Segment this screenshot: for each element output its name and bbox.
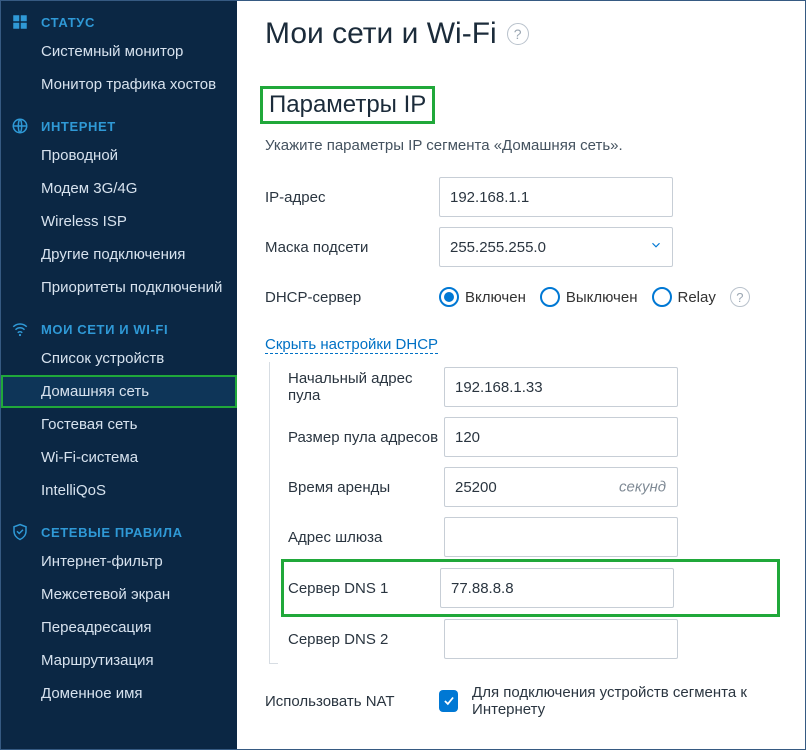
- radio-label: Включен: [465, 289, 526, 306]
- label-dns1: Сервер DNS 1: [284, 580, 436, 597]
- radio-dot-icon: [439, 287, 459, 307]
- sidebar-item-other-conn[interactable]: Другие подключения: [1, 238, 237, 271]
- ip-input[interactable]: [439, 177, 673, 217]
- label-dhcp: DHCP-сервер: [265, 289, 435, 306]
- sidebar-item-routing[interactable]: Маршрутизация: [1, 644, 237, 677]
- dhcp-opt-relay[interactable]: Relay: [652, 287, 716, 307]
- sidebar-item-wisp[interactable]: Wireless ISP: [1, 205, 237, 238]
- sidebar-item-home-network[interactable]: Домашняя сеть: [1, 375, 237, 408]
- help-icon[interactable]: ?: [507, 23, 529, 45]
- sidebar-item-priorities[interactable]: Приоритеты подключений: [1, 271, 237, 304]
- lease-unit: секунд: [619, 479, 666, 496]
- sidebar-item-ifilter[interactable]: Интернет-фильтр: [1, 545, 237, 578]
- nav-header-label: МОИ СЕТИ И WI-FI: [41, 322, 168, 337]
- sidebar-item-devices[interactable]: Список устройств: [1, 342, 237, 375]
- nav-header-label: СТАТУС: [41, 15, 95, 30]
- help-icon[interactable]: ?: [730, 287, 750, 307]
- dns1-row: Сервер DNS 1: [284, 562, 777, 614]
- nav-header-status[interactable]: СТАТУС: [1, 9, 237, 35]
- label-dns2: Сервер DNS 2: [288, 631, 440, 648]
- section-ip-title: Параметры IP: [265, 91, 430, 119]
- radio-label: Выключен: [566, 289, 638, 306]
- nat-checkbox[interactable]: [439, 690, 458, 712]
- dhcp-toggle-link[interactable]: Скрыть настройки DHCP: [265, 336, 438, 354]
- label-ip: IP-адрес: [265, 189, 435, 206]
- check-icon: [442, 694, 456, 708]
- dhcp-radio-group: Включен Выключен Relay ?: [439, 287, 750, 307]
- pool-start-input[interactable]: [444, 367, 678, 407]
- dhcp-subsection: Начальный адрес пула Размер пула адресов…: [269, 362, 777, 664]
- sidebar-item-intelliqos[interactable]: IntelliQoS: [1, 474, 237, 507]
- section-ip-desc: Укажите параметры IP сегмента «Домашняя …: [265, 137, 777, 154]
- shield-icon: [11, 523, 29, 541]
- globe-icon: [11, 117, 29, 135]
- radio-dot-icon: [652, 287, 672, 307]
- sidebar-item-sysmon[interactable]: Системный монитор: [1, 35, 237, 68]
- nav-group-rules: СЕТЕВЫЕ ПРАВИЛА Интернет-фильтр Межсетев…: [1, 519, 237, 710]
- mask-select[interactable]: [439, 227, 673, 267]
- nav-header-internet[interactable]: ИНТЕРНЕТ: [1, 113, 237, 139]
- sidebar-item-firewall[interactable]: Межсетевой экран: [1, 578, 237, 611]
- dhcp-opt-off[interactable]: Выключен: [540, 287, 638, 307]
- sidebar-item-guest-network[interactable]: Гостевая сеть: [1, 408, 237, 441]
- main-panel: Мои сети и Wi-Fi ? Параметры IP Укажите …: [237, 1, 805, 749]
- radio-dot-icon: [540, 287, 560, 307]
- pool-size-input[interactable]: [444, 417, 678, 457]
- label-gateway: Адрес шлюза: [288, 529, 440, 546]
- nav-header-label: ИНТЕРНЕТ: [41, 119, 116, 134]
- sidebar-item-portforward[interactable]: Переадресация: [1, 611, 237, 644]
- dhcp-opt-on[interactable]: Включен: [439, 287, 526, 307]
- sidebar-item-wifi-system[interactable]: Wi-Fi-система: [1, 441, 237, 474]
- page-title: Мои сети и Wi-Fi: [265, 17, 497, 51]
- label-lease: Время аренды: [288, 479, 440, 496]
- wifi-icon: [11, 320, 29, 338]
- label-pool-size: Размер пула адресов: [288, 429, 440, 446]
- nav-group-internet: ИНТЕРНЕТ Проводной Модем 3G/4G Wireless …: [1, 113, 237, 304]
- nav-header-label: СЕТЕВЫЕ ПРАВИЛА: [41, 525, 183, 540]
- nat-desc: Для подключения устройств сегмента к Инт…: [472, 684, 777, 718]
- dns2-input[interactable]: [444, 619, 678, 659]
- nav-header-mynet[interactable]: МОИ СЕТИ И WI-FI: [1, 316, 237, 342]
- sidebar-item-trafficmon[interactable]: Монитор трафика хостов: [1, 68, 237, 101]
- nav-header-rules[interactable]: СЕТЕВЫЕ ПРАВИЛА: [1, 519, 237, 545]
- label-nat: Использовать NAT: [265, 693, 435, 710]
- label-pool-start: Начальный адрес пула: [288, 370, 440, 404]
- gateway-input[interactable]: [444, 517, 678, 557]
- sidebar-item-modem[interactable]: Модем 3G/4G: [1, 172, 237, 205]
- nav-group-status: СТАТУС Системный монитор Монитор трафика…: [1, 9, 237, 101]
- sidebar-item-wired[interactable]: Проводной: [1, 139, 237, 172]
- dns1-input[interactable]: [440, 568, 674, 608]
- sidebar-item-domainname[interactable]: Доменное имя: [1, 677, 237, 710]
- radio-label: Relay: [678, 289, 716, 306]
- nav-group-mynet: МОИ СЕТИ И WI-FI Список устройств Домашн…: [1, 316, 237, 507]
- label-mask: Маска подсети: [265, 239, 435, 256]
- dashboard-icon: [11, 13, 29, 31]
- sidebar: СТАТУС Системный монитор Монитор трафика…: [1, 1, 237, 749]
